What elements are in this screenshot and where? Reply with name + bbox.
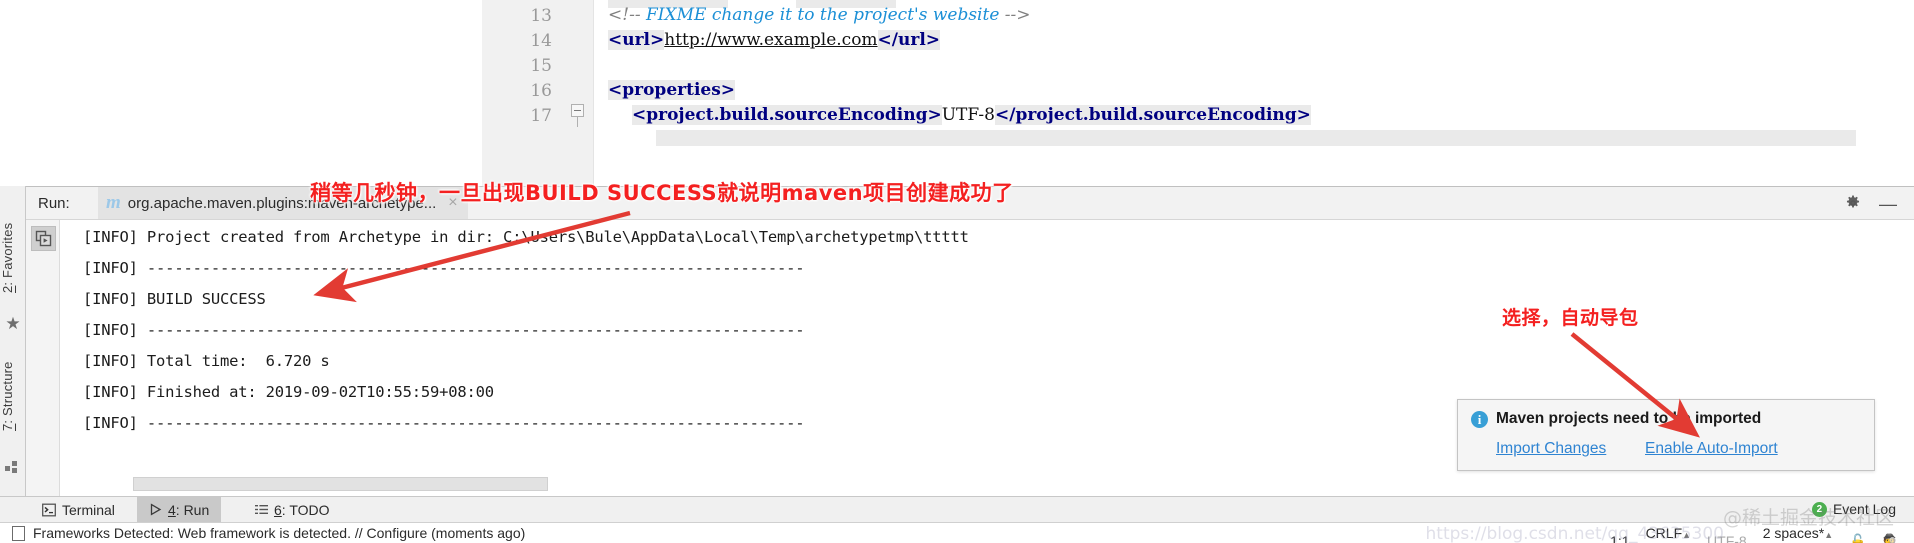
left-tool-strip: 2: Favorites ★ 7: Structure	[0, 186, 26, 496]
console-line: [INFO] Finished at: 2019-09-02T10:55:59+…	[83, 383, 494, 401]
status-message-group[interactable]: Frameworks Detected: Web framework is de…	[12, 525, 525, 541]
properties-tag: <properties>	[608, 80, 736, 100]
line-number: 13	[530, 6, 552, 26]
hector-icon[interactable]: 🕵	[1883, 533, 1900, 543]
run-label: Run:	[38, 195, 70, 212]
favorites-label: : Favorites	[0, 222, 15, 286]
info-icon: i	[1471, 411, 1488, 428]
enable-auto-import-link[interactable]: Enable Auto-Import	[1645, 440, 1778, 458]
lock-icon[interactable]: 🔓	[1849, 533, 1866, 543]
event-log-button[interactable]: 2 Event Log	[1811, 501, 1896, 517]
import-changes-link[interactable]: Import Changes	[1496, 440, 1606, 458]
favorites-index: 2	[0, 285, 15, 294]
file-encoding[interactable]: UTF-8	[1707, 533, 1747, 543]
code-line-13: <!-- FIXME change it to the project's we…	[608, 5, 1031, 25]
maven-icon: m	[106, 192, 121, 213]
status-bar: Frameworks Detected: Web framework is de…	[0, 522, 1914, 543]
editor-area: 13 14 15 16 17 <!-- FIXME change it to t…	[0, 0, 1914, 186]
document-icon	[12, 525, 25, 541]
console-line: [INFO] ---------------------------------…	[83, 259, 805, 277]
prop-open-tag: <project.build.sourceEncoding>	[632, 105, 942, 125]
bottom-tab-todo-label: : TODO	[281, 501, 330, 518]
structure-label: : Structure	[0, 361, 15, 424]
console-line: [INFO] Total time: 6.720 s	[83, 352, 330, 370]
ide-window: 13 14 15 16 17 <!-- FIXME change it to t…	[0, 0, 1914, 543]
status-indicators: 1:1 CRLF▲▼ UTF-8 2 spaces*▲▼ 🔓 🕵	[1610, 525, 1900, 543]
line-number: 15	[530, 56, 552, 76]
editor-fold-column	[564, 0, 594, 186]
line-separator[interactable]: CRLF▲▼	[1646, 525, 1691, 543]
comment-body: FIXME change it to the project's website	[640, 5, 1005, 25]
url-value[interactable]: http://www.example.com	[664, 30, 877, 50]
fold-marker-collapse[interactable]	[571, 104, 586, 127]
console-hscrollbar-thumb[interactable]	[133, 477, 548, 491]
structure-index: 7	[0, 423, 15, 432]
prop-close-tag: </project.build.sourceEncoding>	[994, 105, 1311, 125]
bottom-tab-terminal[interactable]: Terminal	[30, 497, 127, 522]
event-log-label: Event Log	[1832, 501, 1896, 517]
bottom-tab-todo-index: 6	[274, 501, 282, 518]
editor-left-blank	[0, 0, 482, 186]
comment-open: <!--	[608, 5, 641, 25]
bottom-tab-run[interactable]: 4 : Run	[137, 497, 222, 522]
url-close-tag: </url>	[877, 30, 941, 50]
maven-import-notification: i Maven projects need to be imported Imp…	[1457, 399, 1875, 471]
annotation-auto-import: 选择，自动导包	[1502, 307, 1639, 329]
sidebar-item-structure[interactable]: 7: Structure	[0, 344, 26, 449]
bottom-tab-run-label: : Run	[175, 501, 210, 518]
bottom-tool-tabs: Terminal 4 : Run 6 : TODO 2 Event Log	[0, 496, 1914, 522]
play-icon	[149, 503, 162, 516]
run-side-toolbar	[26, 220, 60, 497]
url-open-tag: <url>	[608, 30, 665, 50]
star-icon: ★	[5, 314, 21, 333]
editor-gutter: 13 14 15 16 17	[482, 0, 564, 186]
indent-setting[interactable]: 2 spaces*▲▼	[1763, 525, 1833, 543]
annotation-build-success: 稍等几秒钟，一旦出现BUILD SUCCESS就说明maven项目创建成功了	[310, 181, 1014, 205]
prop-value: UTF-8	[941, 105, 995, 125]
bottom-tab-terminal-label: Terminal	[62, 501, 115, 518]
console-line: [INFO] BUILD SUCCESS	[83, 290, 266, 308]
console-hscrollbar[interactable]	[133, 477, 1911, 491]
code-line-14: <url>http://www.example.com</url>	[608, 30, 941, 50]
caret-position[interactable]: 1:1	[1610, 533, 1629, 543]
line-number: 14	[530, 31, 552, 51]
sidebar-item-favorites[interactable]: 2: Favorites	[0, 208, 26, 308]
code-line-16: <properties>	[608, 80, 736, 100]
line-number: 17	[530, 106, 552, 126]
code-highlight	[656, 130, 1856, 146]
line-number: 16	[530, 81, 552, 101]
terminal-icon	[42, 503, 56, 517]
rerun-icon[interactable]	[31, 226, 56, 251]
console-line: [INFO] Project created from Archetype in…	[83, 228, 969, 246]
comment-close: -->	[1004, 5, 1031, 25]
status-message: Frameworks Detected: Web framework is de…	[33, 525, 526, 541]
list-icon	[255, 503, 268, 516]
minimize-icon[interactable]: —	[1878, 194, 1898, 214]
event-log-badge: 2	[1811, 501, 1827, 517]
structure-icon	[5, 458, 21, 474]
gear-icon[interactable]	[1844, 194, 1864, 214]
console-line: [INFO] ---------------------------------…	[83, 321, 805, 339]
bottom-tab-run-index: 4	[168, 501, 176, 518]
code-line-17: <project.build.sourceEncoding>UTF-8</pro…	[632, 105, 1311, 125]
code-content[interactable]: <!-- FIXME change it to the project's we…	[596, 0, 1914, 186]
bottom-tab-todo[interactable]: 6 : TODO	[243, 497, 342, 522]
console-line: [INFO] ---------------------------------…	[83, 414, 805, 432]
notification-title: Maven projects need to be imported	[1496, 410, 1762, 427]
